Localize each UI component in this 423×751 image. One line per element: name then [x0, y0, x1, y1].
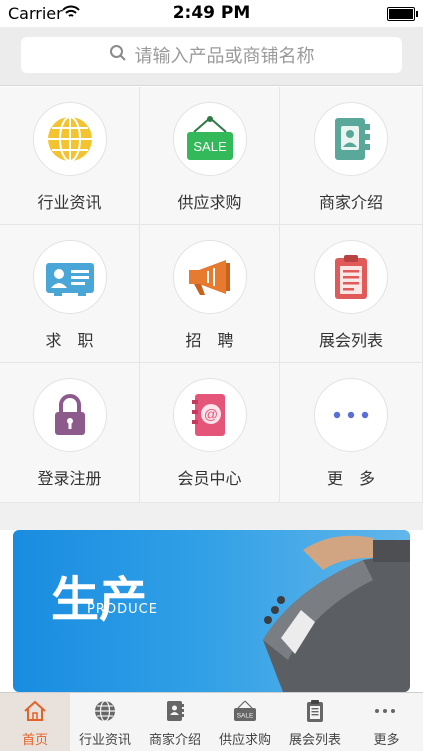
sale-sign-icon: SALE — [187, 116, 233, 160]
grid-item-job-seek[interactable]: 求 职 — [0, 225, 140, 363]
battery-icon — [387, 7, 418, 21]
sale-sign-icon: SALE — [234, 700, 256, 721]
grid-item-label: 展会列表 — [318, 331, 383, 350]
at-notebook-icon: @ — [192, 394, 225, 436]
tab-industry-news[interactable]: 行业资讯 — [70, 693, 140, 751]
address-book-icon — [335, 118, 370, 160]
tab-label: 供应求购 — [218, 733, 271, 748]
lock-icon — [55, 394, 85, 435]
grid-item-supply-demand[interactable]: SALE 供应求购 — [140, 87, 280, 225]
grid-item-label: 登录注册 — [37, 469, 102, 488]
bottom-tab-bar: 首页 行业资讯 商家介绍 SALE 供应求购 展会列表 更多 — [0, 692, 423, 751]
grid-item-recruit[interactable]: 招 聘 — [140, 225, 280, 363]
category-grid: 行业资讯 SALE 供应求购 商家介绍 求 职 招 聘 展会列表 登录注册 @ … — [0, 87, 423, 503]
clipboard-icon — [307, 700, 323, 722]
globe-icon — [48, 116, 92, 162]
businessman-image — [263, 535, 410, 692]
grid-item-label: 求 职 — [45, 331, 94, 350]
megaphone-icon — [189, 260, 230, 295]
clock-label: 2:49 PM — [172, 3, 251, 23]
tab-supply-demand[interactable]: SALE 供应求购 — [210, 693, 280, 751]
more-dots-icon — [375, 709, 395, 713]
grid-item-label: 商家介绍 — [318, 193, 383, 212]
tab-label: 展会列表 — [288, 733, 341, 748]
grid-item-login-register[interactable]: 登录注册 — [0, 363, 140, 503]
search-placeholder: 请输入产品或商铺名称 — [134, 46, 315, 67]
search-icon — [109, 44, 127, 66]
clipboard-icon — [335, 255, 367, 299]
banner-brush-text: 生产 — [51, 572, 148, 628]
grid-item-more[interactable]: 更 多 — [280, 363, 423, 503]
tab-label: 商家介绍 — [148, 733, 201, 748]
tab-more[interactable]: 更多 — [350, 693, 423, 751]
id-card-icon — [46, 263, 94, 296]
grid-item-label: 供应求购 — [177, 193, 242, 212]
grid-item-label: 招 聘 — [185, 331, 234, 350]
promo-banner[interactable]: 生产 PRODUCE — [13, 530, 410, 692]
svg-text:SALE: SALE — [193, 139, 227, 154]
grid-item-label: 行业资讯 — [37, 193, 102, 212]
grid-item-member-center[interactable]: @ 会员中心 — [140, 363, 280, 503]
search-input[interactable]: 请输入产品或商铺名称 — [21, 37, 402, 73]
globe-icon — [95, 700, 115, 722]
tab-label: 更多 — [373, 733, 400, 748]
search-bar: 请输入产品或商铺名称 — [0, 27, 423, 86]
tab-label: 首页 — [21, 733, 48, 748]
tab-home[interactable]: 首页 — [0, 693, 70, 751]
grid-item-industry-news[interactable]: 行业资讯 — [0, 87, 140, 225]
grid-item-merchant-intro[interactable]: 商家介绍 — [280, 87, 423, 225]
tab-exhibitions[interactable]: 展会列表 — [280, 693, 350, 751]
svg-text:@: @ — [204, 406, 218, 422]
grid-item-exhibitions[interactable]: 展会列表 — [280, 225, 423, 363]
svg-text:SALE: SALE — [237, 713, 254, 720]
home-icon — [24, 700, 46, 721]
more-dots-icon — [333, 411, 369, 419]
grid-item-label: 会员中心 — [177, 469, 242, 488]
tab-label: 行业资讯 — [78, 733, 131, 748]
banner-produce-text: PRODUCE — [87, 602, 158, 617]
grid-item-label: 更 多 — [326, 469, 375, 488]
section-divider — [0, 503, 423, 530]
tab-merchant-intro[interactable]: 商家介绍 — [140, 693, 210, 751]
status-bar: Carrier 2:49 PM — [0, 0, 423, 27]
address-book-icon — [167, 701, 184, 721]
